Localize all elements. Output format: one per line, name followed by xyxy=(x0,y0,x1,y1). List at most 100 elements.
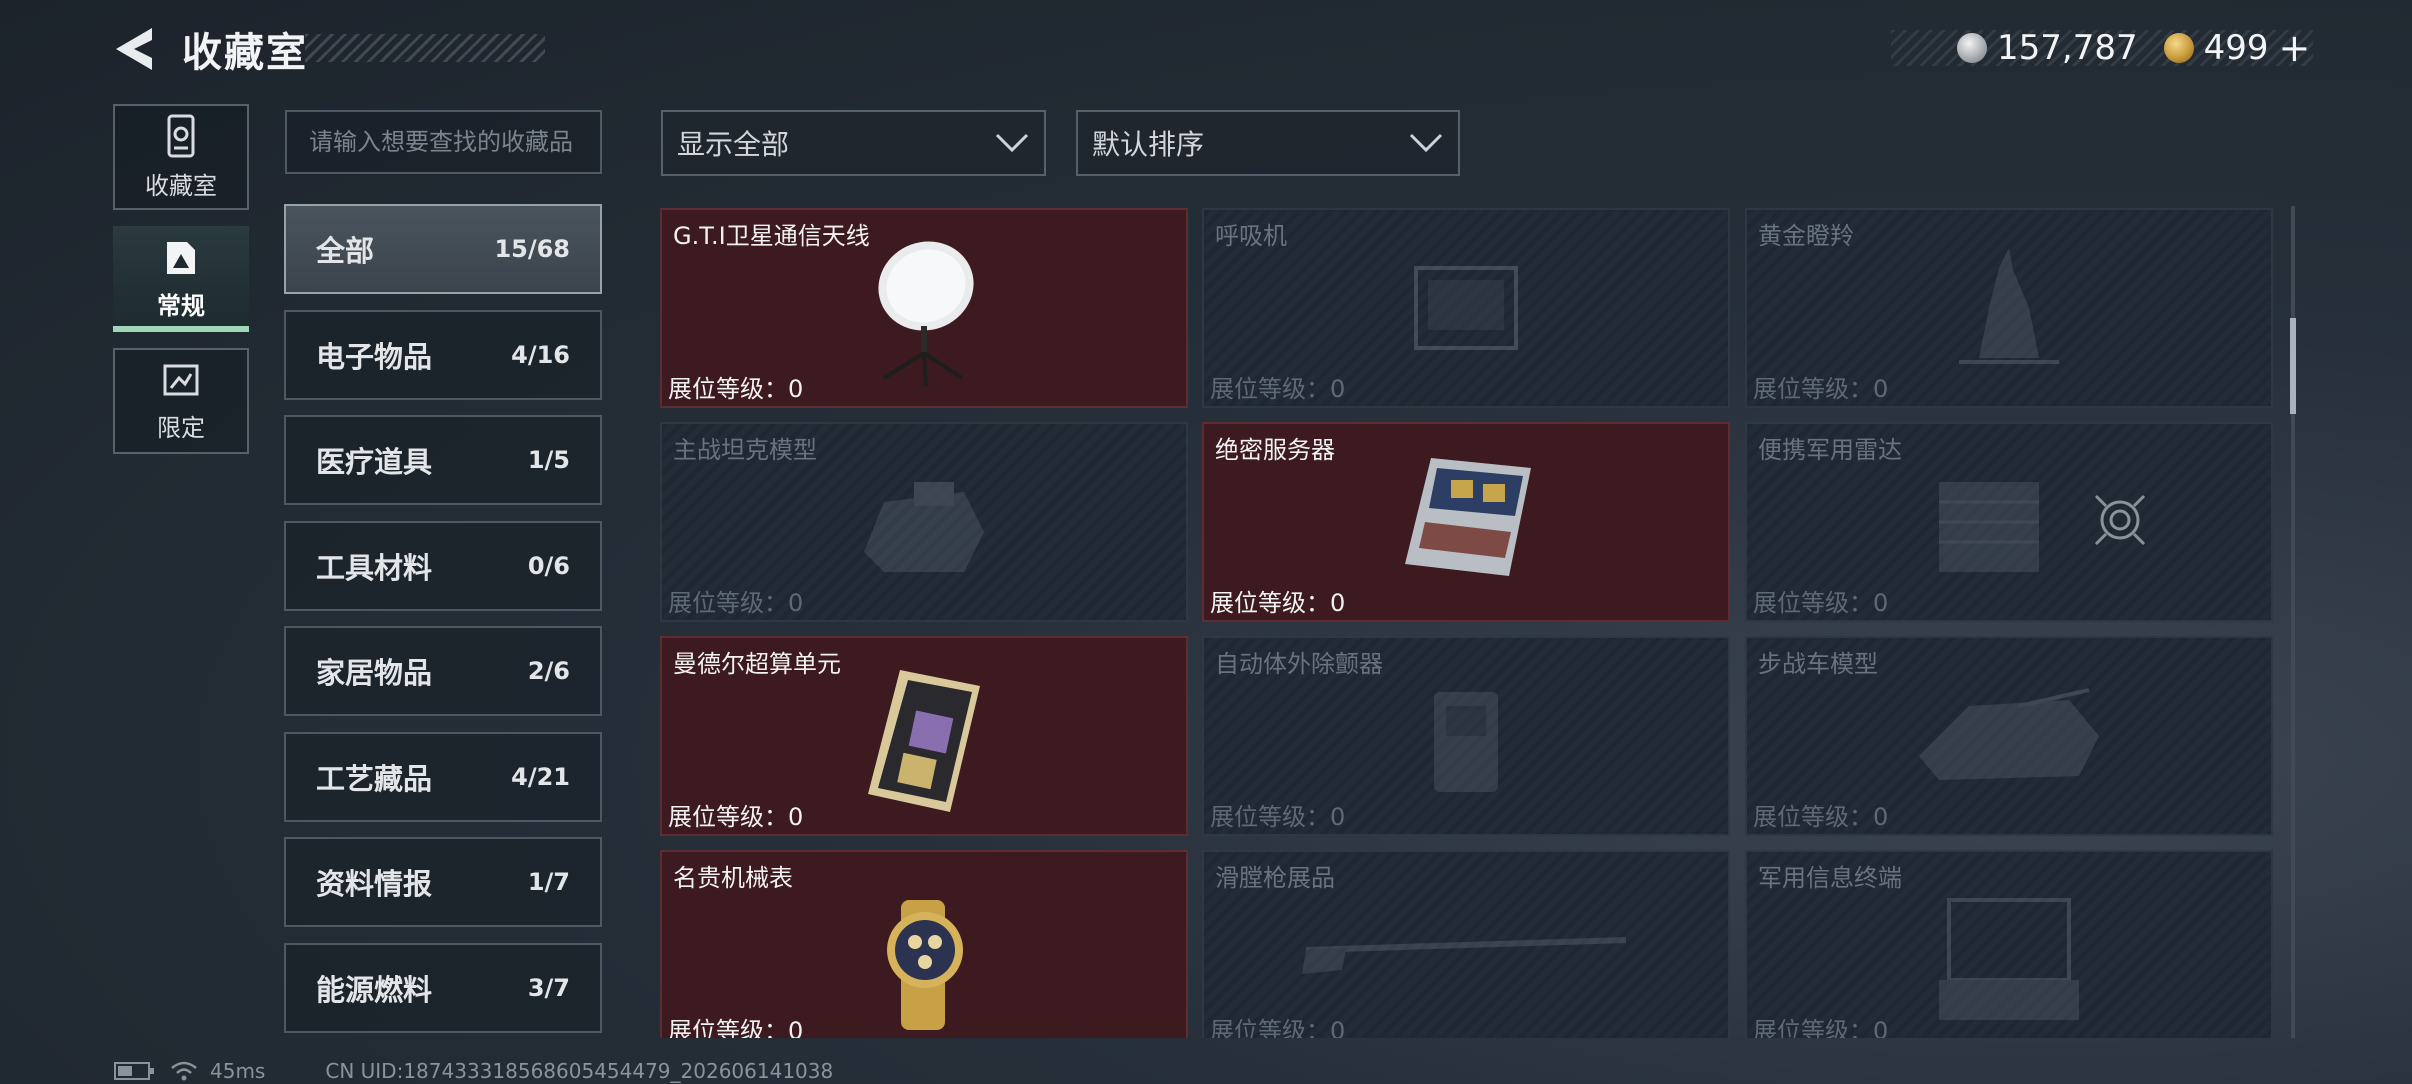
title-decoration xyxy=(305,34,545,62)
category-count: 2/6 xyxy=(527,657,570,685)
gazelle-statue-icon xyxy=(1959,248,2059,364)
category-all[interactable]: 全部 15/68 xyxy=(284,204,602,294)
category-name: 家居物品 xyxy=(316,656,433,690)
item-name: 呼吸机 xyxy=(1215,222,1287,250)
defibrillator-icon xyxy=(1434,692,1498,792)
nav-label-limited: 限定 xyxy=(157,413,205,442)
item-name: 主战坦克模型 xyxy=(673,436,817,464)
nav-item-limited[interactable]: 限定 xyxy=(113,348,249,454)
silver-currency-value: 157,787 xyxy=(1997,28,2138,68)
item-name: 黄金瞪羚 xyxy=(1758,222,1854,250)
silver-coin-icon xyxy=(1957,33,1987,63)
musket-icon xyxy=(1302,937,1627,974)
collection-item[interactable]: 曼德尔超算单元 展位等级：0 xyxy=(660,636,1188,836)
uid-text: CN UID:18743331856860545447​9_2026061410… xyxy=(325,1059,834,1083)
item-display-level: 展位等级：0 xyxy=(1210,375,1346,403)
nav-item-standard[interactable]: 常规 xyxy=(113,226,249,332)
category-name: 工艺藏品 xyxy=(316,762,433,796)
watch-icon xyxy=(887,900,963,1030)
collection-item[interactable]: 绝密服务器 展位等级：0 xyxy=(1202,422,1730,622)
item-display-level: 展位等级：0 xyxy=(1753,375,1889,403)
nav-label-vault: 收藏室 xyxy=(145,171,217,200)
gold-coin-icon xyxy=(2163,33,2194,63)
collection-item[interactable]: 呼吸机 展位等级：0 xyxy=(1202,208,1730,408)
item-name: 自动体外除颤器 xyxy=(1215,650,1383,678)
nav-label-standard: 常规 xyxy=(157,291,205,320)
category-name: 工具材料 xyxy=(316,551,433,585)
gold-currency-value: 499 xyxy=(2203,28,2269,68)
category-count: 15/68 xyxy=(494,235,570,263)
collection-item[interactable]: 军用信息终端 展位等级：0 xyxy=(1745,850,2273,1038)
item-display-level: 展位等级：0 xyxy=(1753,803,1889,831)
compute-unit-icon xyxy=(868,670,980,812)
item-name: 名贵机械表 xyxy=(673,864,793,892)
ventilator-icon xyxy=(1414,266,1518,350)
collection-item[interactable]: 便携军用雷达 展位等级：0 xyxy=(1745,422,2273,622)
category-name: 能源燃料 xyxy=(316,973,433,1007)
item-display-level: 展位等级：0 xyxy=(1753,589,1889,617)
server-icon xyxy=(1405,458,1531,576)
collection-item[interactable]: 黄金瞪羚 展位等级：0 xyxy=(1745,208,2273,408)
wifi-icon xyxy=(171,1061,197,1081)
category-crafts[interactable]: 工艺藏品 4/21 xyxy=(284,732,602,822)
scrollbar-thumb[interactable] xyxy=(2290,318,2296,414)
collection-item[interactable]: G.T.I卫星通信天线 展位等级：0 xyxy=(660,208,1188,408)
item-name: 曼德尔超算单元 xyxy=(673,650,841,678)
item-display-level: 展位等级：0 xyxy=(668,803,804,831)
category-name: 资料情报 xyxy=(316,867,433,901)
sort-dropdown[interactable]: 默认排序 xyxy=(1076,110,1460,176)
collection-item[interactable]: 主战坦克模型 展位等级：0 xyxy=(660,422,1188,622)
category-household[interactable]: 家居物品 2/6 xyxy=(284,626,602,716)
active-indicator xyxy=(113,326,249,332)
collection-item[interactable]: 名贵机械表 展位等级：0 xyxy=(660,850,1188,1038)
item-name: G.T.I卫星通信天线 xyxy=(673,222,870,250)
item-display-level: 展位等级：0 xyxy=(1210,803,1346,831)
item-display-level: 展位等级：0 xyxy=(1753,1017,1889,1038)
item-display-level: 展位等级：0 xyxy=(1210,1017,1346,1038)
collection-grid: G.T.I卫星通信天线 展位等级：0 呼吸机 展位等级：0 黄金瞪羚 展位等级：… xyxy=(660,206,2280,1038)
category-count: 3/7 xyxy=(527,974,570,1002)
terminal-icon xyxy=(1939,898,2079,1020)
page-title: 收藏室 xyxy=(182,30,308,76)
display-filter-dropdown[interactable]: 显示全部 xyxy=(661,110,1046,176)
category-energy[interactable]: 能源燃料 3/7 xyxy=(284,943,602,1033)
back-button[interactable] xyxy=(112,26,156,72)
limited-collection-icon xyxy=(163,364,199,395)
category-count: 4/21 xyxy=(511,763,570,791)
category-tools[interactable]: 工具材料 0/6 xyxy=(284,521,602,611)
add-currency-button[interactable]: + xyxy=(2279,26,2311,70)
category-electronics[interactable]: 电子物品 4/16 xyxy=(284,310,602,400)
nav-item-vault[interactable]: 收藏室 xyxy=(113,104,249,210)
currency-bar: 157,787 499 + xyxy=(1891,26,2313,70)
category-name: 医疗道具 xyxy=(316,445,433,479)
sort-value: 默认排序 xyxy=(1092,128,1205,161)
item-display-level: 展位等级：0 xyxy=(668,589,804,617)
collection-item[interactable]: 自动体外除颤器 展位等级：0 xyxy=(1202,636,1730,836)
category-intel[interactable]: 资料情报 1/7 xyxy=(284,837,602,927)
tank-model-icon xyxy=(864,482,984,572)
back-arrow-icon xyxy=(116,28,152,70)
display-filter-value: 显示全部 xyxy=(677,128,790,161)
category-count: 0/6 xyxy=(527,552,570,580)
item-name: 军用信息终端 xyxy=(1758,864,1902,892)
ping-text: 45ms xyxy=(210,1059,266,1083)
item-name: 便携军用雷达 xyxy=(1758,436,1902,464)
item-name: 绝密服务器 xyxy=(1215,436,1335,464)
battery-icon xyxy=(114,1062,154,1080)
category-count: 1/7 xyxy=(527,868,570,896)
category-medical[interactable]: 医疗道具 1/5 xyxy=(284,415,602,505)
standard-collection-icon xyxy=(167,241,195,274)
locked-target-icon xyxy=(2094,494,2146,546)
chevron-down-icon xyxy=(1409,133,1443,153)
collection-item[interactable]: 滑膛枪展品 展位等级：0 xyxy=(1202,850,1730,1038)
item-display-level: 展位等级：0 xyxy=(668,375,804,403)
item-name: 步战车模型 xyxy=(1758,650,1878,678)
vault-icon xyxy=(167,114,195,157)
category-name: 全部 xyxy=(316,234,375,268)
collection-item[interactable]: 步战车模型 展位等级：0 xyxy=(1745,636,2273,836)
category-name: 电子物品 xyxy=(316,340,433,374)
search-input[interactable] xyxy=(285,110,602,174)
satellite-dish-icon xyxy=(878,241,974,387)
radar-icon xyxy=(1939,482,2039,572)
category-count: 1/5 xyxy=(527,446,570,474)
